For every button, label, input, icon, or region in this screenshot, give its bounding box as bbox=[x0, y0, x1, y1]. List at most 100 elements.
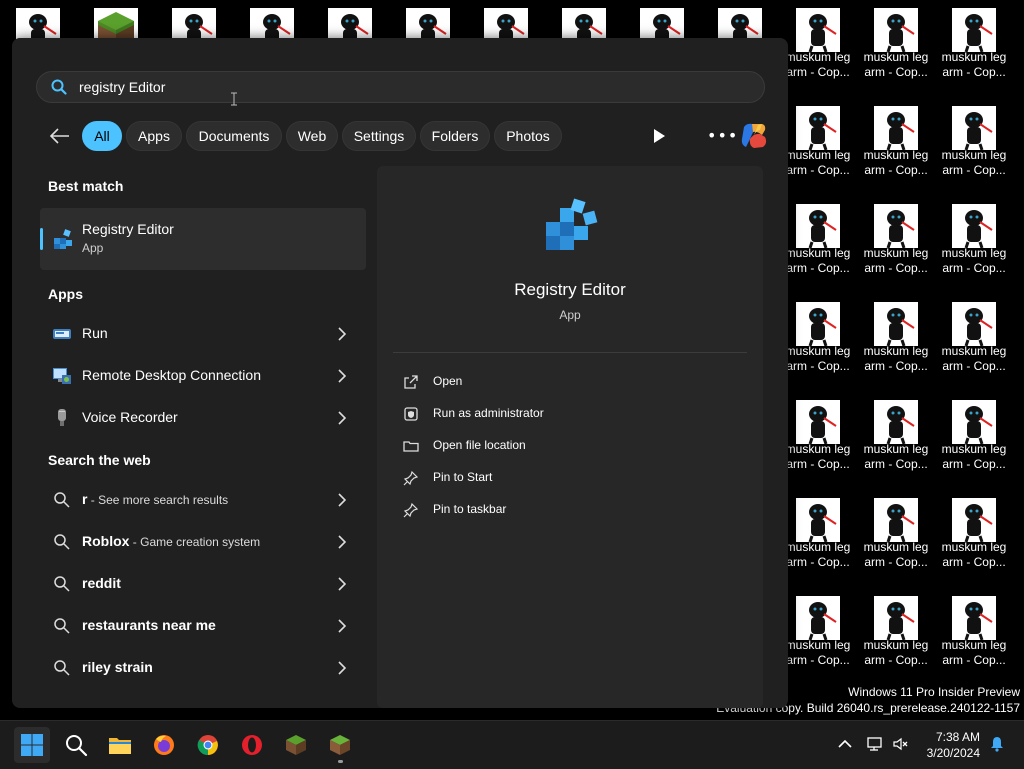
chevron-right-icon[interactable] bbox=[338, 411, 346, 425]
chevron-right-icon[interactable] bbox=[338, 327, 346, 341]
desktop-icon-muskum[interactable]: muskum leg arm - Cop... bbox=[860, 196, 932, 288]
web-result-label: Roblox - Game creation system bbox=[82, 533, 260, 549]
preview-type: App bbox=[559, 308, 581, 322]
web-result-reddit[interactable]: reddit bbox=[40, 564, 366, 604]
chevron-right-icon[interactable] bbox=[338, 661, 346, 675]
desktop-icon-muskum[interactable]: muskum leg arm - Cop... bbox=[782, 0, 854, 92]
open-external-icon bbox=[404, 375, 418, 389]
desktop-icon-muskum[interactable]: muskum leg arm - Cop... bbox=[938, 98, 1010, 190]
clock-time: 7:38 AM bbox=[935, 730, 980, 744]
opera-button[interactable] bbox=[234, 727, 270, 763]
firefox-button[interactable] bbox=[146, 727, 182, 763]
desktop-icon-muskum[interactable]: muskum leg arm - Cop... bbox=[860, 0, 932, 92]
more-options-icon[interactable]: ••• bbox=[707, 126, 737, 146]
action-open-file-location[interactable]: Open file location bbox=[403, 434, 733, 458]
file-explorer-icon bbox=[109, 738, 131, 754]
filter-settings[interactable]: Settings bbox=[342, 121, 416, 151]
file-explorer-button[interactable] bbox=[102, 727, 138, 763]
divider bbox=[393, 352, 747, 353]
desktop-icon-muskum[interactable]: muskum leg arm - Cop... bbox=[938, 196, 1010, 288]
play-icon[interactable] bbox=[652, 128, 666, 144]
label-line-2: arm - Cop... bbox=[786, 261, 850, 275]
chrome-button[interactable] bbox=[190, 727, 226, 763]
chevron-right-icon[interactable] bbox=[338, 577, 346, 591]
start-button[interactable] bbox=[14, 727, 50, 763]
desktop-icon-muskum[interactable]: muskum leg arm - Cop... bbox=[938, 392, 1010, 484]
label-line-2: arm - Cop... bbox=[864, 457, 928, 471]
web-result-roblox[interactable]: Roblox - Game creation system bbox=[40, 522, 366, 562]
desktop-icon-muskum[interactable]: muskum leg arm - Cop... bbox=[860, 294, 932, 386]
filter-documents[interactable]: Documents bbox=[186, 121, 282, 151]
back-arrow-icon[interactable] bbox=[48, 126, 72, 146]
filter-web[interactable]: Web bbox=[286, 121, 338, 151]
desktop-icon-muskum[interactable]: muskum leg arm - Cop... bbox=[782, 98, 854, 190]
desktop-icon-muskum[interactable]: muskum leg arm - Cop... bbox=[860, 490, 932, 582]
desktop-icon-muskum[interactable]: muskum leg arm - Cop... bbox=[782, 294, 854, 386]
web-result-restaurants[interactable]: restaurants near me bbox=[40, 606, 366, 646]
label-line-2: arm - Cop... bbox=[942, 261, 1006, 275]
stick-figure-thumbnail bbox=[796, 596, 840, 640]
preview-pane: Registry Editor App Open Run as administ… bbox=[377, 166, 763, 708]
filter-all[interactable]: All bbox=[82, 121, 122, 151]
desktop-icon-label: muskum leg arm - Cop... bbox=[854, 148, 938, 178]
desktop-icon-muskum[interactable]: muskum leg arm - Cop... bbox=[938, 490, 1010, 582]
web-result-r[interactable]: r - See more search results bbox=[40, 480, 366, 520]
filter-photos[interactable]: Photos bbox=[494, 121, 562, 151]
desktop-icon-muskum[interactable]: muskum leg arm - Cop... bbox=[938, 294, 1010, 386]
label-line-2: arm - Cop... bbox=[864, 261, 928, 275]
web-result-riley-strain[interactable]: riley strain bbox=[40, 648, 366, 688]
minecraft-launcher-button[interactable] bbox=[322, 727, 358, 763]
action-pin-to-start[interactable]: Pin to Start bbox=[403, 466, 733, 490]
action-open[interactable]: Open bbox=[403, 370, 733, 394]
desktop-icon-label: muskum leg arm - Cop... bbox=[776, 638, 860, 668]
desktop-icon-muskum[interactable]: muskum leg arm - Cop... bbox=[782, 490, 854, 582]
label-line-2: arm - Cop... bbox=[786, 163, 850, 177]
chevron-right-icon[interactable] bbox=[338, 535, 346, 549]
desktop-icon-muskum[interactable]: muskum leg arm - Cop... bbox=[860, 588, 932, 680]
copilot-icon[interactable] bbox=[738, 121, 770, 151]
app-remote-desktop-connection[interactable]: Remote Desktop Connection bbox=[40, 356, 366, 396]
desktop-icon-muskum[interactable]: muskum leg arm - Cop... bbox=[782, 392, 854, 484]
taskbar-search-button[interactable] bbox=[58, 727, 94, 763]
action-run-as-admin[interactable]: Run as administrator bbox=[403, 402, 733, 426]
system-clock[interactable]: 7:38 AM 3/20/2024 bbox=[918, 729, 980, 761]
desktop-icon-label: muskum leg arm - Cop... bbox=[776, 50, 860, 80]
app-voice-recorder[interactable]: Voice Recorder bbox=[40, 398, 366, 438]
chevron-right-icon[interactable] bbox=[338, 369, 346, 383]
desktop-icon-label: muskum leg arm - Cop... bbox=[776, 344, 860, 374]
text-cursor-icon bbox=[231, 92, 237, 106]
stick-figure-thumbnail bbox=[874, 400, 918, 444]
desktop-icon-muskum[interactable]: muskum leg arm - Cop... bbox=[938, 588, 1010, 680]
desktop-icon-muskum[interactable]: muskum leg arm - Cop... bbox=[782, 588, 854, 680]
minecraft-button[interactable] bbox=[278, 727, 314, 763]
app-run[interactable]: Run bbox=[40, 314, 366, 354]
notification-bell-icon[interactable] bbox=[988, 735, 1006, 753]
label-line-2: arm - Cop... bbox=[864, 359, 928, 373]
desktop-icon-muskum[interactable]: muskum leg arm - Cop... bbox=[938, 0, 1010, 92]
desktop-icon-label: muskum leg arm - Cop... bbox=[854, 344, 938, 374]
chevron-right-icon[interactable] bbox=[338, 493, 346, 507]
network-icon[interactable] bbox=[866, 735, 884, 753]
label-line-1: muskum leg bbox=[941, 344, 1007, 358]
best-match-registry-editor[interactable]: Registry Editor App bbox=[40, 208, 366, 270]
desktop-icon-muskum[interactable]: muskum leg arm - Cop... bbox=[860, 98, 932, 190]
label-line-1: muskum leg bbox=[785, 246, 851, 260]
chevron-right-icon[interactable] bbox=[338, 619, 346, 633]
desktop-icon-label: muskum leg arm - Cop... bbox=[776, 246, 860, 276]
search-input[interactable] bbox=[79, 72, 679, 102]
desktop-icon-muskum[interactable]: muskum leg arm - Cop... bbox=[782, 196, 854, 288]
speaker-muted-icon[interactable] bbox=[892, 735, 910, 753]
stick-figure-thumbnail bbox=[796, 8, 840, 52]
web-result-label: r - See more search results bbox=[82, 491, 228, 507]
search-icon bbox=[54, 492, 70, 508]
search-icon bbox=[54, 618, 70, 634]
filter-folders[interactable]: Folders bbox=[420, 121, 490, 151]
action-pin-to-taskbar[interactable]: Pin to taskbar bbox=[403, 498, 733, 522]
search-icon bbox=[54, 576, 70, 592]
stick-figure-thumbnail bbox=[952, 400, 996, 444]
chevron-up-icon[interactable] bbox=[836, 735, 854, 753]
pin-icon bbox=[403, 470, 419, 486]
filter-apps[interactable]: Apps bbox=[126, 121, 182, 151]
desktop-icon-muskum[interactable]: muskum leg arm - Cop... bbox=[860, 392, 932, 484]
search-box[interactable] bbox=[36, 71, 765, 103]
